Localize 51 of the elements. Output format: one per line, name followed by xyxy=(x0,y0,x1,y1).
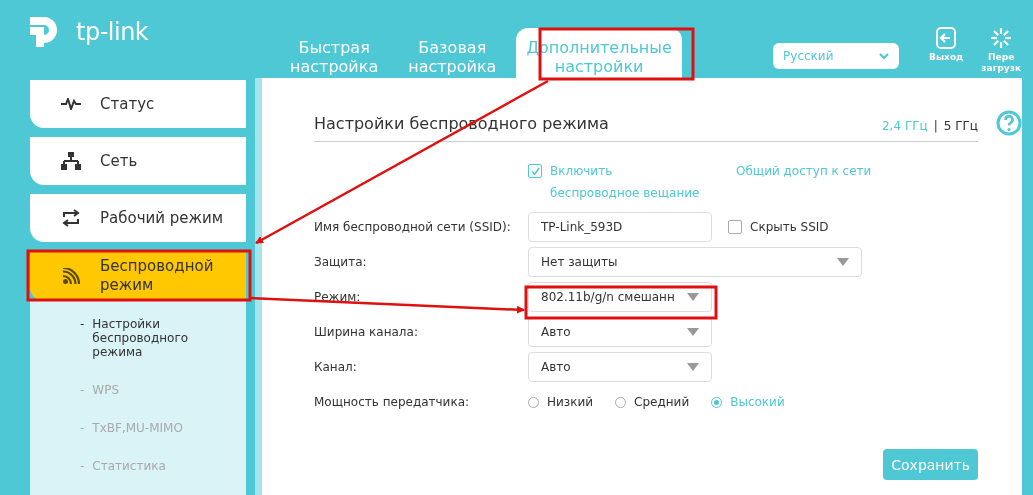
sharing-link[interactable]: Общий доступ к сети xyxy=(736,160,872,204)
submenu-item[interactable]: - TxBF,MU-MIMO xyxy=(80,421,246,435)
dropdown[interactable]: Нет защиты xyxy=(528,247,862,277)
field-label: Имя беспроводной сети (SSID): xyxy=(314,220,512,234)
reboot-button[interactable]: Пере загрузк xyxy=(981,26,1021,74)
dropdown[interactable]: Авто xyxy=(528,352,712,382)
reboot-icon xyxy=(990,26,1013,49)
band-link[interactable]: 5 ГГц xyxy=(943,119,978,133)
caret-icon xyxy=(687,293,699,301)
radio-label: Высокий xyxy=(730,395,785,409)
logout-icon xyxy=(936,26,957,49)
bullet-dash: - xyxy=(80,317,85,333)
submenu-item[interactable]: - WPS xyxy=(80,383,246,397)
swap-arrows-icon xyxy=(60,209,82,227)
caret-icon xyxy=(687,363,699,371)
radio-label: Средний xyxy=(634,395,690,409)
field-label: Защита: xyxy=(314,255,368,269)
logout-button[interactable]: Выход xyxy=(929,26,964,74)
checkbox[interactable] xyxy=(728,220,742,234)
pulse-icon xyxy=(60,98,82,110)
bullet-dash: - xyxy=(80,383,85,397)
language-select[interactable]: Русский xyxy=(773,43,900,69)
sidebar-item[interactable]: Статус xyxy=(30,80,246,128)
wifi-icon xyxy=(60,268,82,284)
help-icon[interactable] xyxy=(996,110,1022,136)
sidebar-item[interactable]: Сеть xyxy=(30,137,246,185)
separator: | xyxy=(933,119,938,133)
chevron-icon xyxy=(879,52,890,60)
submenu-item[interactable]: - Статистика xyxy=(80,459,246,473)
bullet-dash: - xyxy=(80,459,85,473)
nav-tab[interactable]: Быстрая настройка xyxy=(280,28,389,78)
network-icon xyxy=(60,152,82,170)
field-label: Режим: xyxy=(314,290,362,304)
sidebar-item[interactable]: Рабочий режим xyxy=(30,194,246,242)
save-button[interactable]: Сохранить xyxy=(883,449,978,480)
nav-tab[interactable]: Базовая настройка xyxy=(398,28,507,78)
radio-label: Низкий xyxy=(547,395,594,409)
band-link[interactable]: 2,4 ГГц xyxy=(882,119,928,133)
caret-icon xyxy=(687,328,699,336)
field-label: Канал: xyxy=(314,360,358,374)
checkbox-label: Скрыть SSID xyxy=(750,219,829,236)
field-label: Мощность передатчика: xyxy=(314,395,471,409)
checkbox-label: Включить беспроводное вещание xyxy=(550,163,700,202)
sidebar-item[interactable]: Беспроводной режим xyxy=(30,251,246,301)
bullet-dash: - xyxy=(80,421,85,435)
field-label: Ширина канала: xyxy=(314,325,419,339)
ssid-field[interactable]: TP-Link_593D xyxy=(528,212,712,242)
caret-icon xyxy=(837,258,849,266)
submenu-item[interactable]: - Настройки беспроводного режима xyxy=(80,317,246,359)
checkbox[interactable] xyxy=(528,164,542,178)
logo-text: tp-link xyxy=(76,18,149,46)
